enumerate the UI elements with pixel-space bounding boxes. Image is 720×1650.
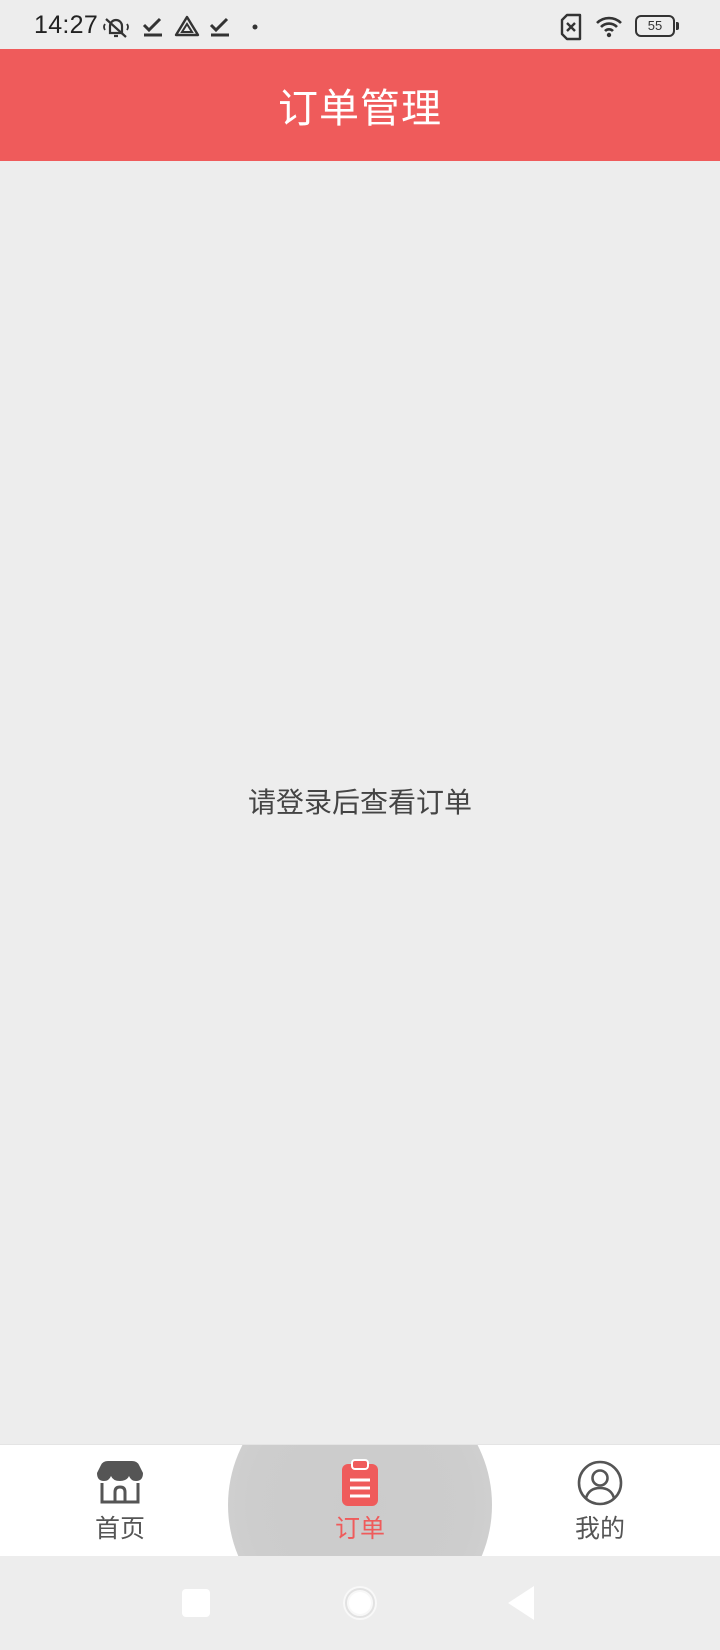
- main-content: 请登录后查看订单: [0, 161, 720, 1444]
- home-button[interactable]: [340, 1583, 380, 1623]
- nav-label-home: 首页: [94, 1514, 145, 1543]
- dot-icon: [240, 12, 270, 42]
- check-icon: [138, 12, 168, 42]
- recents-button[interactable]: [176, 1583, 216, 1623]
- nav-item-profile[interactable]: 我的: [480, 1445, 720, 1556]
- clipboard-icon: [335, 1459, 385, 1507]
- drive-icon: [172, 12, 202, 42]
- nav-label-orders: 订单: [334, 1514, 385, 1543]
- status-time: 14:27: [34, 11, 99, 39]
- back-button[interactable]: [504, 1583, 544, 1623]
- user-icon: [575, 1459, 625, 1507]
- notifications-off-icon: [101, 12, 131, 42]
- nav-item-orders[interactable]: 订单: [240, 1445, 480, 1556]
- shop-icon: [95, 1459, 145, 1507]
- nav-item-home[interactable]: 首页: [0, 1445, 240, 1556]
- page-title: 订单管理: [278, 86, 442, 132]
- battery-level: 55: [635, 15, 675, 37]
- empty-message: 请登录后查看订单: [247, 786, 472, 819]
- app-header: 订单管理: [0, 49, 720, 161]
- nav-label-profile: 我的: [574, 1514, 625, 1543]
- battery-icon: 55: [635, 15, 679, 37]
- check-icon: [205, 12, 235, 42]
- system-nav-bar: [0, 1556, 720, 1650]
- bottom-nav: 首页 订单 我的: [0, 1444, 720, 1556]
- status-bar: 14:27 55: [0, 0, 720, 49]
- no-sim-icon: [556, 12, 586, 42]
- wifi-icon: [594, 12, 624, 42]
